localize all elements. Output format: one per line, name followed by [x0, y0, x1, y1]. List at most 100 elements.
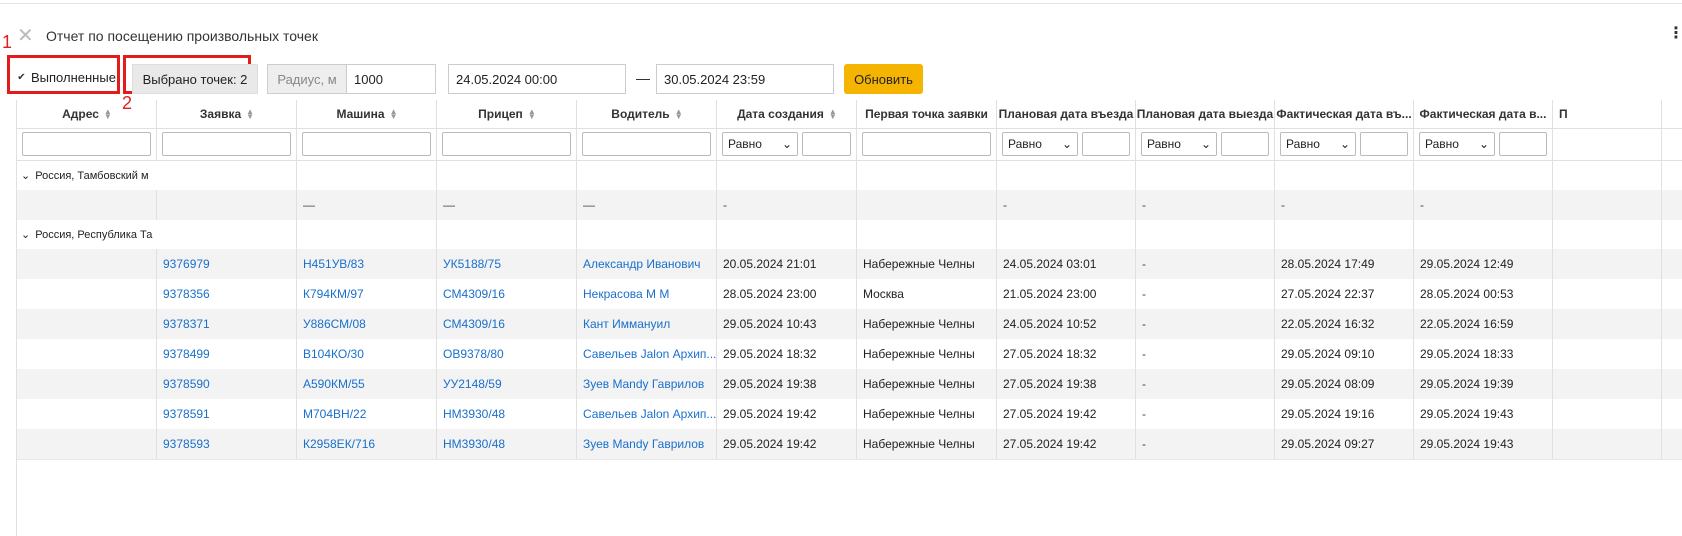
filter-operator-select[interactable]: Равно ⌄: [1280, 132, 1356, 156]
table-cell: 21.05.2024 23:00: [1003, 287, 1097, 301]
table-cell: -: [1142, 407, 1146, 421]
table-cell: -: [1003, 198, 1007, 212]
table-row[interactable]: — — — - - - - -: [17, 190, 1682, 221]
filter-value-input[interactable]: [1221, 132, 1269, 156]
table-cell-link[interactable]: ОВ9378/80: [443, 347, 504, 361]
column-header-label: Плановая дата въезда: [998, 107, 1134, 121]
sort-icon[interactable]: ▲ ▼: [104, 108, 112, 121]
table-cell-link[interactable]: У886СМ/08: [303, 317, 366, 331]
filter-text-input[interactable]: [22, 132, 151, 156]
filter-text-input[interactable]: [862, 132, 991, 156]
table-row[interactable]: 9376979 Н451УВ/83 УК5188/75 Александр Ивано…: [17, 249, 1682, 280]
chevron-down-icon[interactable]: ⌄: [21, 228, 30, 241]
table-cell-link[interactable]: Зуев Mandy Гаврилов: [583, 437, 704, 451]
table-row[interactable]: 9378590 А590КМ/55 УУ2148/59 Зуев Mandy Гавр…: [17, 369, 1682, 400]
group-row[interactable]: ⌄ Россия, Республика Та: [17, 220, 1682, 250]
table-cell: Москва: [863, 287, 904, 301]
table-cell-link[interactable]: СМ4309/16: [443, 317, 505, 331]
table-row[interactable]: 9378499 В104КО/30 ОВ9378/80 Савельев Jalon …: [17, 339, 1682, 370]
sort-icon[interactable]: ▲ ▼: [829, 108, 837, 121]
column-header[interactable]: П: [1553, 100, 1662, 128]
column-header[interactable]: Прицеп ▲ ▼: [437, 100, 577, 128]
sort-icon[interactable]: ▲ ▼: [246, 108, 254, 121]
table-cell-link[interactable]: УК5188/75: [443, 257, 501, 271]
table-cell-link[interactable]: 9376979: [163, 257, 210, 271]
table-cell-link[interactable]: Некрасова М М: [583, 287, 669, 301]
table-cell-link[interactable]: В104КО/30: [303, 347, 364, 361]
date-from-input[interactable]: [448, 64, 626, 94]
table-cell: -: [1281, 198, 1285, 212]
column-header[interactable]: Заявка ▲ ▼: [157, 100, 297, 128]
kebab-menu-icon[interactable]: ⋮: [1668, 26, 1682, 42]
column-header[interactable]: Фактическая дата въ...: [1275, 100, 1414, 128]
filter-operator-select[interactable]: Равно ⌄: [722, 132, 798, 156]
filter-operator-label: Равно: [728, 137, 762, 151]
table-cell-link[interactable]: Александр Иванович: [583, 257, 701, 271]
filter-value-input[interactable]: [1082, 132, 1130, 156]
table-cell-link[interactable]: М704ВН/22: [303, 407, 366, 421]
table-cell-link[interactable]: 9378590: [163, 377, 210, 391]
filter-text-input[interactable]: [582, 132, 711, 156]
table-row[interactable]: 9378591 М704ВН/22 НМ3930/48 Савельев Jalon …: [17, 399, 1682, 430]
top-divider: [0, 3, 1682, 4]
table-cell-link[interactable]: Н451УВ/83: [303, 257, 364, 271]
column-header[interactable]: Адрес ▲ ▼: [17, 100, 157, 128]
refresh-button[interactable]: Обновить: [844, 64, 923, 94]
table-cell-link[interactable]: К2958ЕК/716: [303, 437, 375, 451]
chevron-down-icon[interactable]: ⌄: [21, 169, 30, 182]
table-cell-link[interactable]: Савельев Jalon Архип...: [583, 347, 716, 361]
table-cell-link[interactable]: 9378593: [163, 437, 210, 451]
column-header[interactable]: Первая точка заявки: [857, 100, 997, 128]
radius-label: Радиус, м: [267, 64, 347, 94]
filter-text-input[interactable]: [442, 132, 571, 156]
table-cell-link[interactable]: УУ2148/59: [443, 377, 502, 391]
date-to-input[interactable]: [656, 64, 834, 94]
table-cell-link[interactable]: 9378499: [163, 347, 210, 361]
filter-text-input[interactable]: [302, 132, 431, 156]
sort-icon[interactable]: ▲ ▼: [675, 108, 683, 121]
filter-operator-select[interactable]: Равно ⌄: [1002, 132, 1078, 156]
filter-value-input[interactable]: [802, 132, 851, 156]
column-header[interactable]: Фактическая дата в...: [1414, 100, 1553, 128]
column-header[interactable]: Водитель ▲ ▼: [577, 100, 717, 128]
sort-icon[interactable]: ▲ ▼: [528, 108, 536, 121]
table-cell-link[interactable]: 9378371: [163, 317, 210, 331]
filter-text-input[interactable]: [162, 132, 291, 156]
table-cell-link[interactable]: Зуев Mandy Гаврилов: [583, 377, 704, 391]
table-cell: 29.05.2024 19:43: [1420, 407, 1514, 421]
column-header[interactable]: Плановая дата выезда: [1136, 100, 1275, 128]
table-cell-link[interactable]: СМ4309/16: [443, 287, 505, 301]
annotation-1: 1: [2, 32, 13, 52]
completed-checkbox[interactable]: ✔: [16, 72, 27, 83]
table-row[interactable]: 9378593 К2958ЕК/716 НМ3930/48 Зуев Mandy Га…: [17, 429, 1682, 460]
table-row[interactable]: 9378356 К794КМ/97 СМ4309/16 Некрасова М М 28…: [17, 279, 1682, 310]
column-header[interactable]: Машина ▲ ▼: [297, 100, 437, 128]
group-row[interactable]: ⌄ Россия, Тамбовский м: [17, 161, 1682, 191]
close-icon[interactable]: ✕: [17, 26, 34, 46]
table-cell: 27.05.2024 19:42: [1003, 407, 1097, 421]
radius-input[interactable]: [346, 64, 436, 94]
table-cell: 29.05.2024 19:39: [1420, 377, 1514, 391]
table-cell-link[interactable]: Кант Иммануил: [583, 317, 670, 331]
table-cell-link[interactable]: 9378591: [163, 407, 210, 421]
table-row[interactable]: 9378371 У886СМ/08 СМ4309/16 Кант Иммануил 29…: [17, 309, 1682, 340]
completed-toggle[interactable]: ✔ Выполненные: [16, 70, 116, 85]
table-cell-link[interactable]: НМ3930/48: [443, 437, 505, 451]
table-cell: -: [1142, 347, 1146, 361]
column-header[interactable]: Плановая дата въезда: [997, 100, 1136, 128]
sort-icon[interactable]: ▲ ▼: [390, 108, 398, 121]
table-cell-link[interactable]: 9378356: [163, 287, 210, 301]
filter-value-input[interactable]: [1360, 132, 1408, 156]
table-cell-link[interactable]: НМ3930/48: [443, 407, 505, 421]
filter-operator-select[interactable]: Равно ⌄: [1141, 132, 1217, 156]
chevron-down-icon: ⌄: [1061, 137, 1072, 151]
table-cell-link[interactable]: К794КМ/97: [303, 287, 364, 301]
selected-points-button[interactable]: Выбрано точек: 2: [132, 64, 258, 94]
filter-operator-select[interactable]: Равно ⌄: [1419, 132, 1495, 156]
column-header[interactable]: Дата создания ▲ ▼: [717, 100, 857, 128]
table-cell-link[interactable]: А590КМ/55: [303, 377, 365, 391]
filter-value-input[interactable]: [1499, 132, 1547, 156]
table-cell: 24.05.2024 03:01: [1003, 257, 1097, 271]
column-header-label: Прицеп: [478, 107, 523, 121]
table-cell-link[interactable]: Савельев Jalon Архип...: [583, 407, 716, 421]
